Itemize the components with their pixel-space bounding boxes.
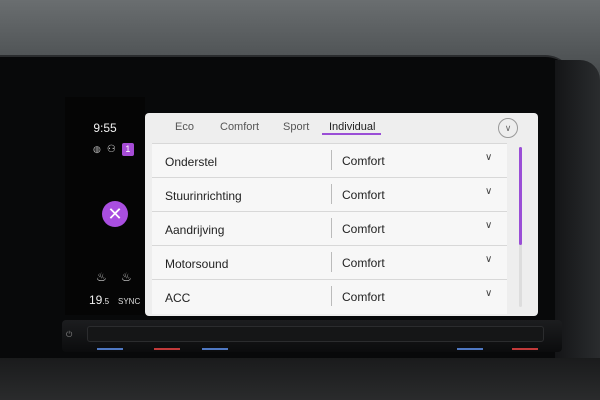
setting-row[interactable]: ACC Comfort ∨ xyxy=(152,279,507,314)
setting-label: Aandrijving xyxy=(165,223,225,237)
climate-control-bar: ⏻ xyxy=(62,320,562,352)
setting-value: Comfort xyxy=(342,154,385,168)
led-indicator xyxy=(457,348,483,350)
setting-row[interactable]: Aandrijving Comfort ∨ xyxy=(152,211,507,246)
setting-row[interactable]: Motorsound Comfort ∨ xyxy=(152,245,507,280)
globe-icon: ◍ xyxy=(93,144,101,154)
chevron-down-icon[interactable]: ∨ xyxy=(485,220,492,231)
sync-button[interactable]: SYNC xyxy=(118,297,140,306)
led-indicator xyxy=(97,348,123,350)
person-icon: ⚇ xyxy=(106,144,116,155)
temperature-decimal: .5 xyxy=(102,297,110,306)
seat-heating-icon[interactable]: ♨ xyxy=(121,270,132,284)
setting-value: Comfort xyxy=(342,222,385,236)
row-divider xyxy=(331,150,332,170)
row-divider xyxy=(331,252,332,272)
setting-label: Motorsound xyxy=(165,257,229,271)
temperature-main: 19 xyxy=(89,293,103,307)
status-sidebar: 9:55 ◍ ⚇ 1 ✕ ♨ ♨ 19.5 SYNC xyxy=(65,97,145,315)
setting-label: ACC xyxy=(165,291,191,305)
seat-heating-icon[interactable]: ♨ xyxy=(96,270,107,284)
setting-value: Comfort xyxy=(342,256,385,270)
chevron-down-icon[interactable]: ∨ xyxy=(485,152,492,163)
status-icons: ◍ ⚇ 1 xyxy=(93,143,134,156)
row-divider xyxy=(331,184,332,204)
bezel-edge xyxy=(555,60,600,360)
led-indicator xyxy=(202,348,228,350)
scrollbar[interactable] xyxy=(519,147,522,307)
led-indicator xyxy=(154,348,180,350)
setting-row[interactable]: Stuurinrichting Comfort ∨ xyxy=(152,177,507,212)
led-indicator xyxy=(512,348,538,350)
setting-value: Comfort xyxy=(342,290,385,304)
tab-eco[interactable]: Eco xyxy=(175,121,194,133)
tab-individual[interactable]: Individual xyxy=(329,121,375,133)
tab-comfort[interactable]: Comfort xyxy=(220,121,259,133)
climate-slider[interactable] xyxy=(87,326,544,342)
setting-row[interactable]: Onderstel Comfort ∨ xyxy=(152,143,507,178)
tab-sport[interactable]: Sport xyxy=(283,121,309,133)
lower-dashboard xyxy=(0,358,600,400)
clock: 9:55 xyxy=(93,121,117,135)
row-divider xyxy=(331,286,332,306)
chevron-down-icon[interactable]: ∨ xyxy=(485,186,492,197)
chevron-down-icon: ∨ xyxy=(504,123,512,133)
setting-value: Comfort xyxy=(342,188,385,202)
row-divider xyxy=(331,218,332,238)
chevron-down-icon[interactable]: ∨ xyxy=(485,288,492,299)
mode-tabs: Eco Comfort Sport Individual ∨ xyxy=(145,113,538,141)
collapse-button[interactable]: ∨ xyxy=(498,118,518,138)
power-icon[interactable]: ⏻ xyxy=(66,330,72,340)
active-tab-indicator xyxy=(322,133,381,135)
setting-label: Stuurinrichting xyxy=(165,189,242,203)
setting-label: Onderstel xyxy=(165,155,218,169)
profile-badge[interactable]: 1 xyxy=(121,143,134,156)
close-button[interactable]: ✕ xyxy=(102,201,128,227)
scroll-thumb[interactable] xyxy=(519,147,522,245)
close-icon: ✕ xyxy=(107,204,123,224)
chevron-down-icon[interactable]: ∨ xyxy=(485,254,492,265)
temperature-display[interactable]: 19.5 xyxy=(89,293,109,307)
drive-mode-panel: Eco Comfort Sport Individual ∨ Onderstel… xyxy=(145,113,538,316)
